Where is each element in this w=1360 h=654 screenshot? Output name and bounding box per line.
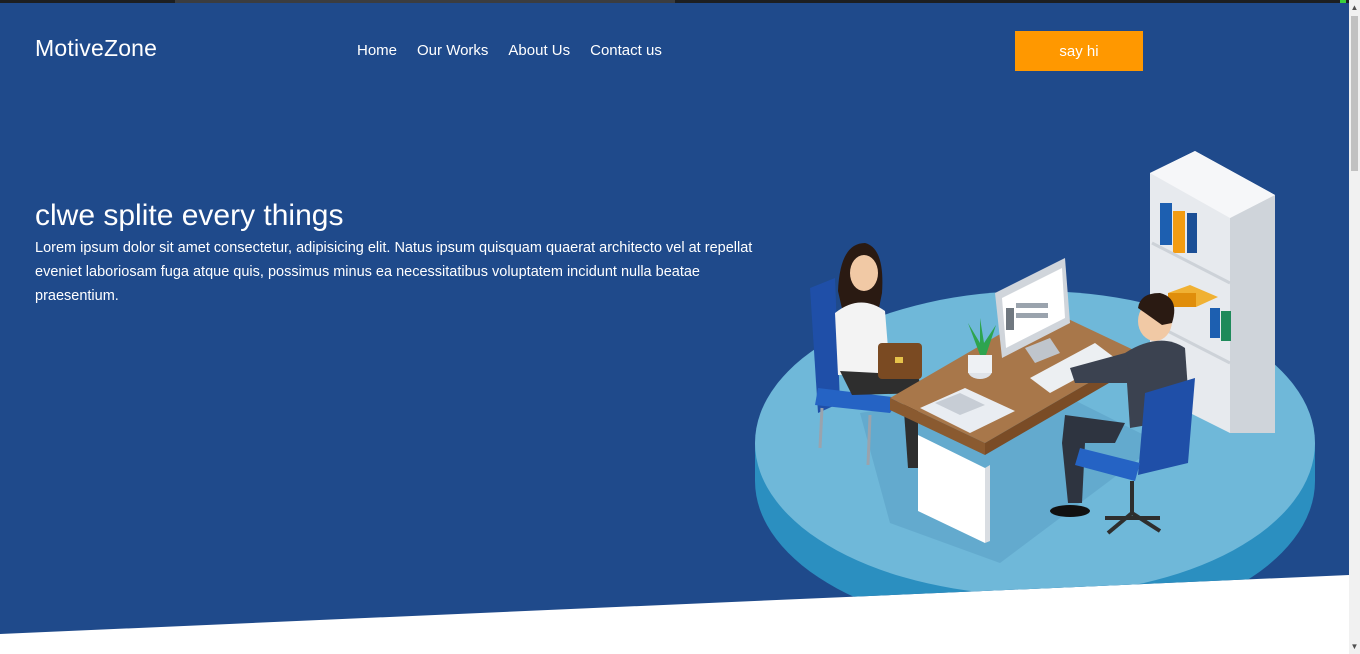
nav-home[interactable]: Home (357, 42, 397, 59)
nav-our-works[interactable]: Our Works (417, 42, 488, 59)
hero-section: MotiveZone Home Our Works About Us Conta… (0, 3, 1349, 634)
nav-contact-us[interactable]: Contact us (590, 42, 662, 59)
vertical-scrollbar[interactable]: ▲ ▼ (1349, 0, 1360, 654)
brand-logo[interactable]: MotiveZone (35, 35, 157, 62)
hero-title: clwe splite every things (35, 199, 344, 232)
status-indicator (1340, 0, 1346, 3)
scroll-down-icon[interactable]: ▼ (1350, 642, 1359, 652)
main-nav: Home Our Works About Us Contact us (357, 42, 662, 59)
top-strip-highlight (175, 0, 675, 3)
office-meeting-illustration (755, 151, 1315, 633)
hero-description: Lorem ipsum dolor sit amet consectetur, … (35, 240, 753, 304)
browser-top-strip (0, 0, 1360, 3)
scroll-up-icon[interactable]: ▲ (1350, 3, 1359, 13)
say-hi-button[interactable]: say hi (1015, 31, 1143, 71)
scrollbar-thumb[interactable] (1351, 16, 1358, 171)
nav-about-us[interactable]: About Us (508, 42, 570, 59)
